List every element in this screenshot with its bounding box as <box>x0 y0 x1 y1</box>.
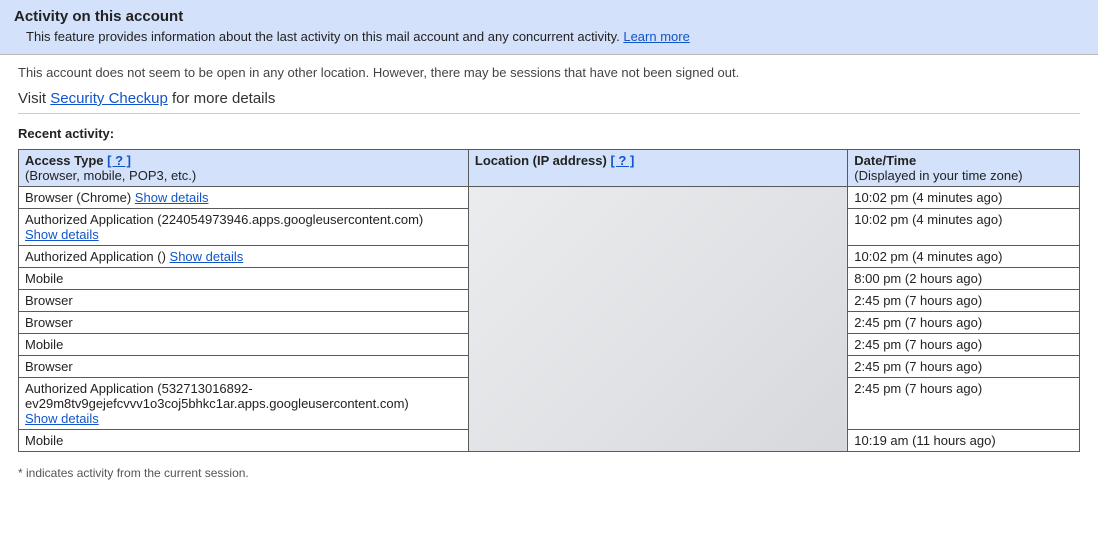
access-text: Browser <box>25 359 73 374</box>
access-cell: Mobile <box>19 334 469 356</box>
location-cell-redacted <box>468 187 847 452</box>
col-datetime-label: Date/Time <box>854 153 916 168</box>
access-text: Browser <box>25 293 73 308</box>
col-datetime-sub: (Displayed in your time zone) <box>854 168 1073 183</box>
table-header-row: Access Type [ ? ] (Browser, mobile, POP3… <box>19 150 1080 187</box>
datetime-cell: 2:45 pm (7 hours ago) <box>848 356 1080 378</box>
datetime-cell: 8:00 pm (2 hours ago) <box>848 268 1080 290</box>
access-cell: Authorized Application () Show details <box>19 246 469 268</box>
access-text: Mobile <box>25 433 63 448</box>
access-text: Authorized Application (224054973946.app… <box>25 212 423 227</box>
page-title: Activity on this account <box>14 8 1084 25</box>
datetime-cell: 2:45 pm (7 hours ago) <box>848 378 1080 430</box>
show-details-link[interactable]: Show details <box>170 249 244 264</box>
datetime-cell: 2:45 pm (7 hours ago) <box>848 334 1080 356</box>
access-text: Mobile <box>25 271 63 286</box>
security-checkup-line: Visit Security Checkup for more details <box>18 90 1080 107</box>
datetime-cell: 10:02 pm (4 minutes ago) <box>848 187 1080 209</box>
banner-description-text: This feature provides information about … <box>26 29 623 44</box>
col-access-type: Access Type [ ? ] (Browser, mobile, POP3… <box>19 150 469 187</box>
access-cell: Authorized Application (224054973946.app… <box>19 209 469 246</box>
col-location-label: Location (IP address) <box>475 153 611 168</box>
access-cell: Browser (Chrome) Show details <box>19 187 469 209</box>
access-cell: Browser <box>19 356 469 378</box>
datetime-cell: 10:02 pm (4 minutes ago) <box>848 209 1080 246</box>
access-cell: Authorized Application (532713016892-ev2… <box>19 378 469 430</box>
access-text: Browser <box>25 315 73 330</box>
col-access-label: Access Type <box>25 153 107 168</box>
access-text: Mobile <box>25 337 63 352</box>
access-text: Authorized Application () <box>25 249 170 264</box>
divider <box>18 113 1080 114</box>
show-details-link[interactable]: Show details <box>25 411 99 426</box>
visit-suffix: for more details <box>168 90 276 107</box>
col-access-sub: (Browser, mobile, POP3, etc.) <box>25 168 462 183</box>
datetime-cell: 2:45 pm (7 hours ago) <box>848 290 1080 312</box>
access-cell: Browser <box>19 312 469 334</box>
access-text: Browser (Chrome) <box>25 190 135 205</box>
recent-activity-heading: Recent activity: <box>18 126 1080 141</box>
datetime-cell: 10:02 pm (4 minutes ago) <box>848 246 1080 268</box>
table-row: Browser (Chrome) Show details 10:02 pm (4… <box>19 187 1080 209</box>
show-details-link[interactable]: Show details <box>25 227 99 242</box>
access-cell: Mobile <box>19 268 469 290</box>
banner-description: This feature provides information about … <box>14 29 1084 44</box>
datetime-cell: 10:19 am (11 hours ago) <box>848 430 1080 452</box>
access-text: Authorized Application (532713016892-ev2… <box>25 381 409 411</box>
activity-banner: Activity on this account This feature pr… <box>0 0 1098 55</box>
access-type-help-icon[interactable]: [ ? ] <box>107 153 131 168</box>
activity-table: Access Type [ ? ] (Browser, mobile, POP3… <box>18 149 1080 452</box>
learn-more-link[interactable]: Learn more <box>623 29 689 44</box>
security-checkup-link[interactable]: Security Checkup <box>50 90 168 107</box>
col-location: Location (IP address) [ ? ] <box>468 150 847 187</box>
access-cell: Browser <box>19 290 469 312</box>
datetime-cell: 2:45 pm (7 hours ago) <box>848 312 1080 334</box>
access-cell: Mobile <box>19 430 469 452</box>
location-help-icon[interactable]: [ ? ] <box>610 153 634 168</box>
show-details-link[interactable]: Show details <box>135 190 209 205</box>
col-datetime: Date/Time (Displayed in your time zone) <box>848 150 1080 187</box>
current-session-footnote: * indicates activity from the current se… <box>18 466 1080 480</box>
visit-prefix: Visit <box>18 90 50 107</box>
session-status-text: This account does not seem to be open in… <box>18 65 1080 80</box>
